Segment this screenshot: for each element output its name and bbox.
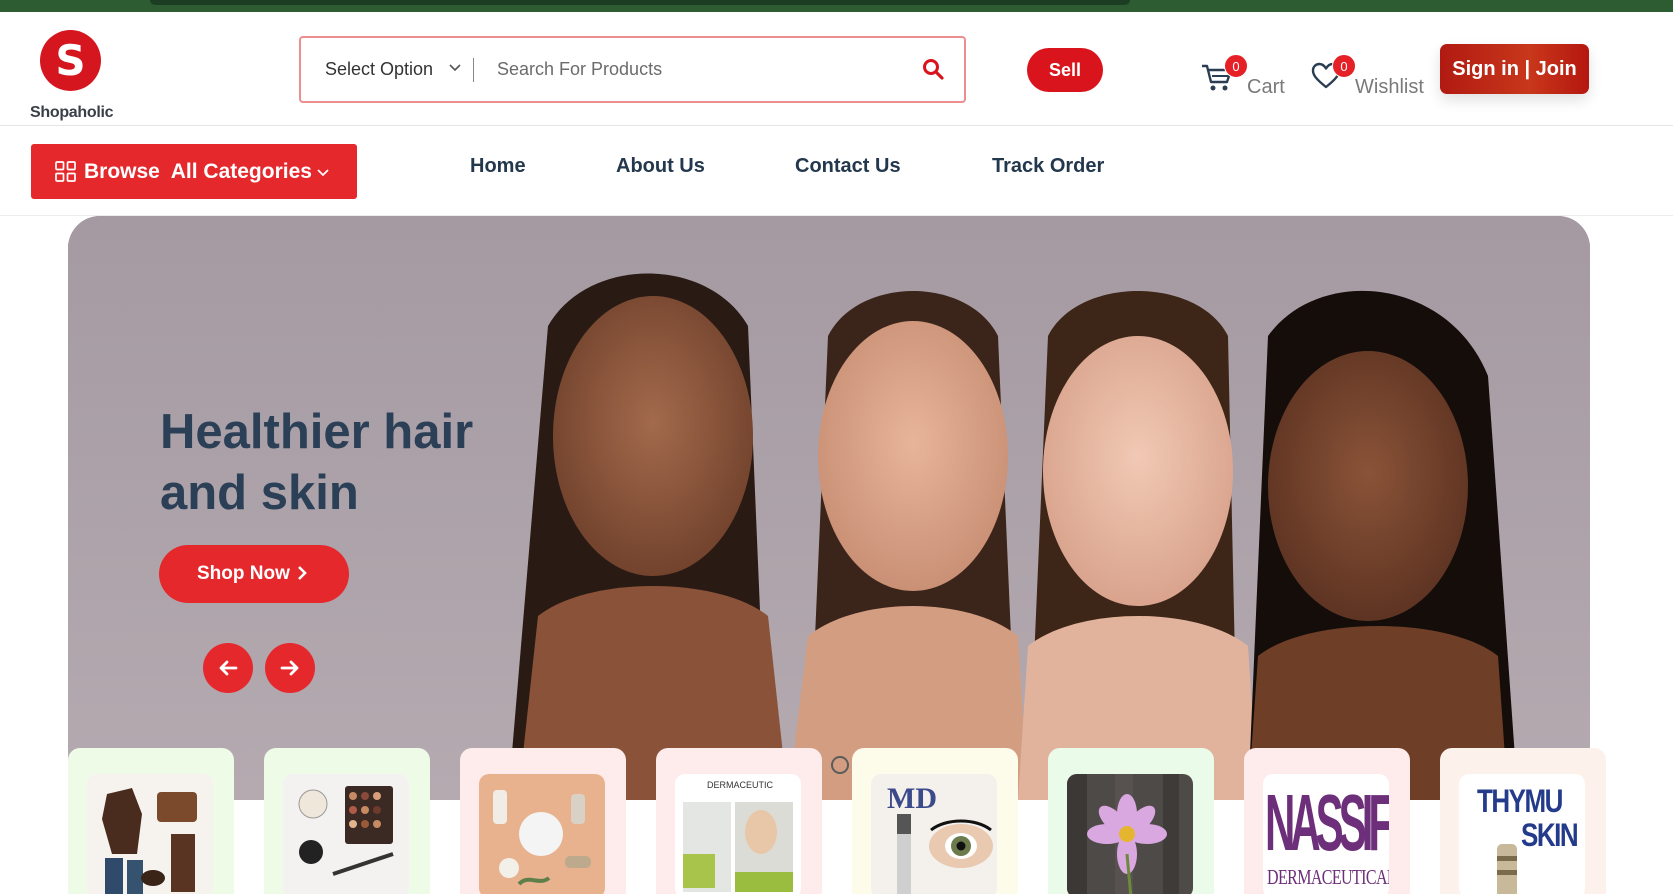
category-image-thymu: THYMU SKIN bbox=[1459, 774, 1585, 894]
signin-join-button[interactable]: Sign in | Join bbox=[1440, 44, 1589, 94]
cart-count-badge: 0 bbox=[1224, 54, 1248, 78]
category-brand-text-nassif: NASSIFMD bbox=[1265, 778, 1389, 868]
thymu-bottle-graphic bbox=[1497, 844, 1517, 894]
top-strip bbox=[0, 0, 1673, 12]
category-card-nassif[interactable]: NASSIFMD DERMACEUTICALS bbox=[1244, 748, 1410, 894]
logo-mark: S bbox=[40, 30, 101, 91]
category-card-flower[interactable] bbox=[1048, 748, 1214, 894]
category-select[interactable]: Select Option bbox=[325, 38, 433, 101]
logo[interactable]: S Shopaholic bbox=[30, 20, 130, 121]
main-nav: Browse All Categories Home About Us Cont… bbox=[0, 127, 1673, 216]
search-divider bbox=[473, 58, 474, 82]
hero-banner: Healthier hair and skin Shop Now bbox=[68, 216, 1590, 800]
category-image-lash: MD bbox=[871, 774, 997, 894]
wishlist-label: Wishlist bbox=[1355, 76, 1424, 98]
category-image-nassif: NASSIFMD DERMACEUTICALS bbox=[1263, 774, 1389, 894]
chevron-right-icon bbox=[297, 566, 307, 580]
slider-prev-button[interactable] bbox=[203, 643, 253, 693]
site-header: S Shopaholic Select Option Sell 0 Cart 0… bbox=[0, 12, 1673, 126]
nav-home[interactable]: Home bbox=[470, 155, 526, 178]
category-card-dermaceutic[interactable]: DERMACEUTIC bbox=[656, 748, 822, 894]
category-image-makeup bbox=[283, 774, 409, 894]
category-image-fashion bbox=[87, 774, 213, 894]
arrow-right-icon bbox=[280, 660, 299, 676]
category-brand-text-lash: MD bbox=[887, 782, 937, 815]
nav-track-order[interactable]: Track Order bbox=[992, 155, 1104, 178]
category-image-flower bbox=[1067, 774, 1193, 894]
nav-about-us[interactable]: About Us bbox=[616, 155, 705, 178]
category-card-fashion[interactable] bbox=[68, 748, 234, 894]
cart-label: Cart bbox=[1247, 76, 1285, 98]
top-strip-bar bbox=[150, 0, 1130, 5]
category-card-lash[interactable]: MD bbox=[852, 748, 1018, 894]
slider-next-button[interactable] bbox=[265, 643, 315, 693]
chevron-down-icon[interactable] bbox=[447, 59, 463, 75]
shop-now-button[interactable]: Shop Now bbox=[159, 545, 349, 603]
search-bar: Select Option bbox=[299, 36, 966, 103]
category-sub-text-nassif: DERMACEUTICALS bbox=[1267, 867, 1389, 890]
arrow-left-icon bbox=[219, 660, 238, 676]
category-card-skincare[interactable] bbox=[460, 748, 626, 894]
category-card-thymu[interactable]: THYMU SKIN bbox=[1440, 748, 1606, 894]
category-image-dermaceutic: DERMACEUTIC bbox=[675, 774, 801, 894]
cart-link[interactable]: 0 Cart bbox=[1200, 50, 1290, 100]
category-card-makeup[interactable] bbox=[264, 748, 430, 894]
category-image-skincare bbox=[479, 774, 605, 894]
browse-categories-button[interactable]: Browse All Categories bbox=[31, 144, 357, 199]
grid-icon bbox=[55, 161, 76, 182]
category-strip: DERMACEUTIC MD NASSIFMD DERMACEUTICALS T… bbox=[68, 748, 1668, 894]
logo-text: Shopaholic bbox=[30, 104, 114, 121]
wishlist-link[interactable]: 0 Wishlist bbox=[1310, 50, 1440, 100]
hero-title: Healthier hair and skin bbox=[160, 405, 474, 520]
search-icon[interactable] bbox=[921, 57, 945, 81]
sell-button[interactable]: Sell bbox=[1027, 48, 1103, 92]
wishlist-count-badge: 0 bbox=[1332, 54, 1356, 78]
chevron-down-icon bbox=[317, 169, 329, 177]
browse-categories-label: Browse All Categories bbox=[84, 160, 312, 183]
shop-now-label: Shop Now bbox=[197, 563, 290, 584]
search-input[interactable] bbox=[497, 38, 897, 101]
category-brand-text-dermaceutic: DERMACEUTIC bbox=[707, 780, 774, 790]
nav-contact-us[interactable]: Contact Us bbox=[795, 155, 901, 178]
